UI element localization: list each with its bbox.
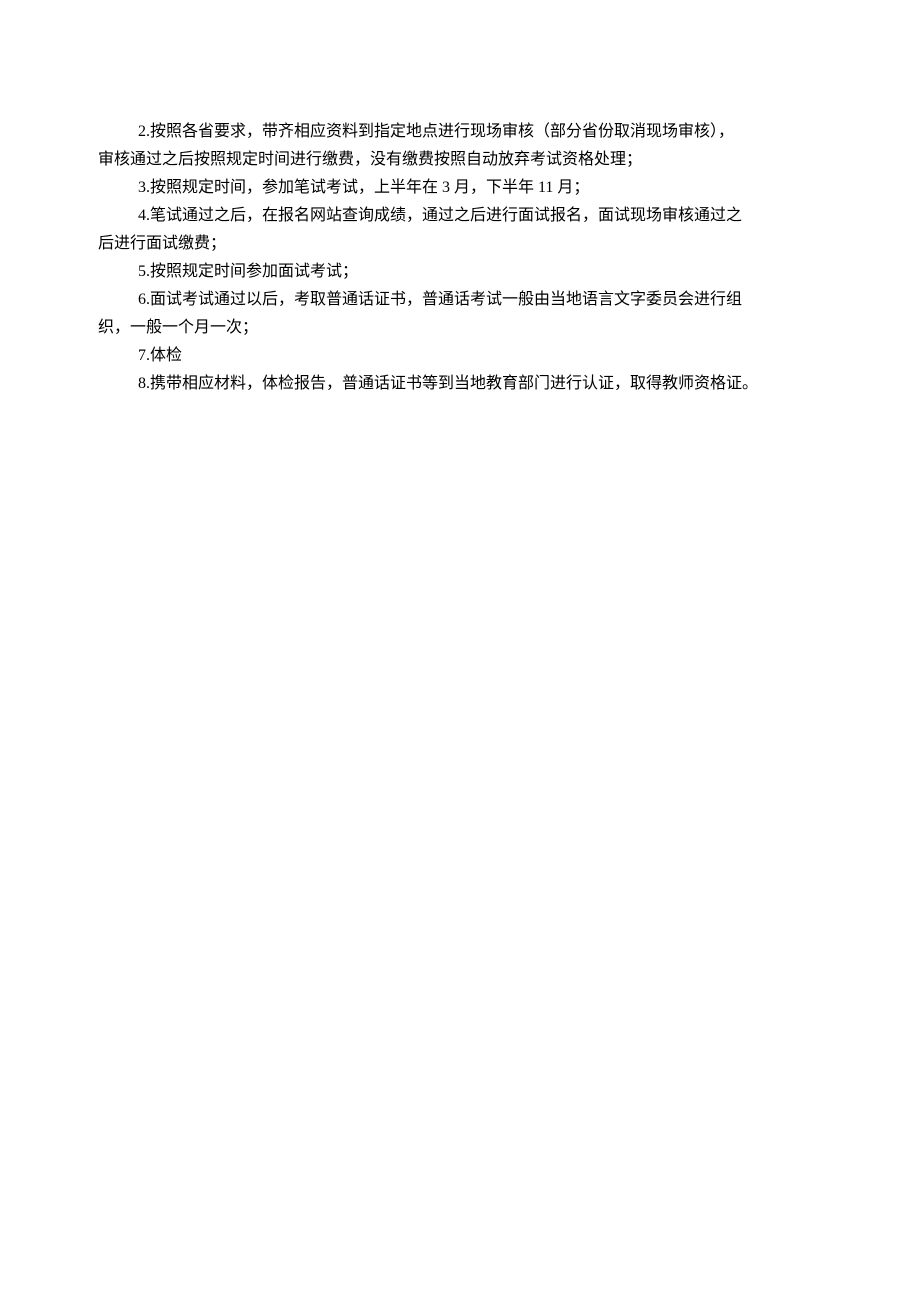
list-item-continuation: 织，一般一个月一次； [98, 314, 822, 342]
list-item: 6.面试考试通过以后，考取普通话证书，普通话考试一般由当地语言文字委员会进行组 [98, 286, 822, 314]
item-text-cont: 后进行面试缴费； [98, 235, 226, 252]
list-item: 2.按照各省要求，带齐相应资料到指定地点进行现场审核（部分省份取消现场审核）， [98, 118, 822, 146]
item-text: 按照规定时间参加面试考试； [150, 263, 358, 280]
item-number: 5. [138, 263, 150, 280]
list-item: 3.按照规定时间，参加笔试考试，上半年在 3 月，下半年 11 月； [98, 174, 822, 202]
item-text-cont: 织，一般一个月一次； [98, 319, 258, 336]
item-number: 7. [138, 347, 150, 364]
list-item: 5.按照规定时间参加面试考试； [98, 258, 822, 286]
item-number: 2. [138, 123, 150, 140]
item-number: 8. [138, 375, 150, 392]
list-item-continuation: 后进行面试缴费； [98, 230, 822, 258]
item-number: 3. [138, 179, 150, 196]
item-number: 6. [138, 291, 150, 308]
item-text: 体检 [150, 347, 182, 364]
item-text: 笔试通过之后，在报名网站查询成绩，通过之后进行面试报名，面试现场审核通过之 [150, 207, 742, 224]
list-item-continuation: 审核通过之后按照规定时间进行缴费，没有缴费按照自动放弃考试资格处理； [98, 146, 822, 174]
document-content: 2.按照各省要求，带齐相应资料到指定地点进行现场审核（部分省份取消现场审核）， … [98, 118, 822, 398]
item-text: 携带相应材料，体检报告，普通话证书等到当地教育部门进行认证，取得教师资格证。 [150, 375, 758, 392]
item-text: 面试考试通过以后，考取普通话证书，普通话考试一般由当地语言文字委员会进行组 [150, 291, 742, 308]
item-text-cont: 审核通过之后按照规定时间进行缴费，没有缴费按照自动放弃考试资格处理； [98, 151, 642, 168]
list-item: 4.笔试通过之后，在报名网站查询成绩，通过之后进行面试报名，面试现场审核通过之 [98, 202, 822, 230]
item-number: 4. [138, 207, 150, 224]
list-item: 7.体检 [98, 342, 822, 370]
item-text: 按照规定时间，参加笔试考试，上半年在 3 月，下半年 11 月； [150, 179, 589, 196]
item-text: 按照各省要求，带齐相应资料到指定地点进行现场审核（部分省份取消现场审核）， [150, 123, 734, 140]
list-item: 8.携带相应材料，体检报告，普通话证书等到当地教育部门进行认证，取得教师资格证。 [98, 370, 822, 398]
